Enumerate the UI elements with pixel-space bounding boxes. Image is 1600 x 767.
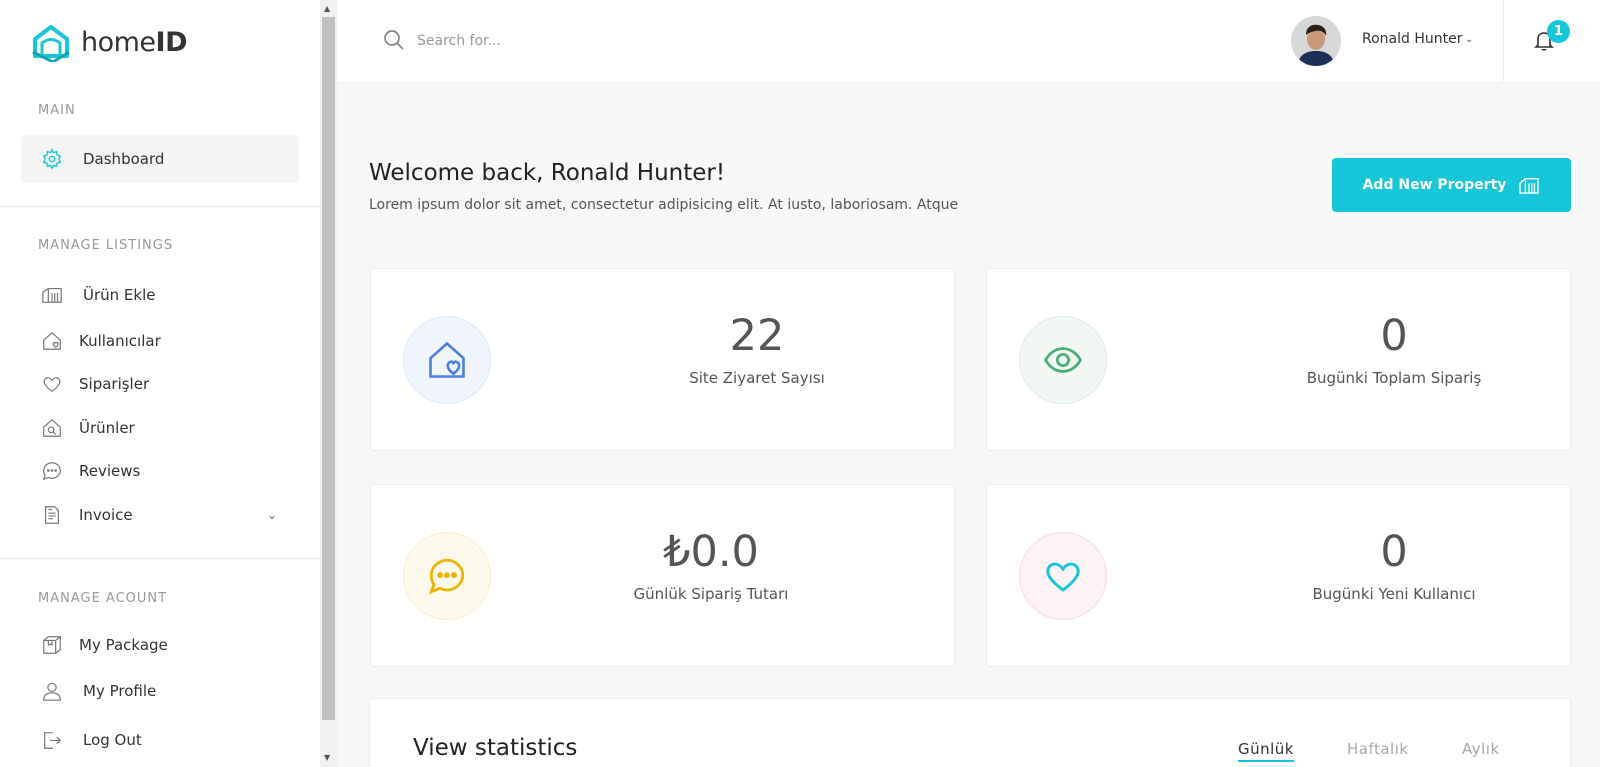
user-name[interactable]: Ronald Hunter [1362,31,1462,47]
sidebar-item-label: Log Out [83,731,142,749]
house-heart-icon [43,331,61,350]
stat-card-site-visits: 22 Site Ziyaret Sayısı [370,268,955,451]
building-icon [1519,178,1540,194]
sidebar-item-log-out[interactable]: Log Out [21,716,299,764]
avatar-image [1291,16,1341,66]
divider [1503,0,1504,83]
sidebar-item-urun-ekle[interactable]: Ürün Ekle [21,271,299,319]
stat-card-total-orders: 0 Bugünki Toplam Sipariş [986,268,1571,451]
heart-icon [1046,562,1080,592]
sidebar-item-dashboard[interactable]: Dashboard [21,135,299,183]
chevron-down-icon[interactable]: ⌄ [1465,34,1473,45]
scroll-up-arrow[interactable]: ▲ [324,4,330,13]
page-title: Welcome back, Ronald Hunter! [369,160,726,186]
tab-haftalik[interactable]: Haftalık [1347,740,1409,758]
search-icon[interactable] [382,28,406,52]
building-icon [42,287,62,303]
section-label-account: MANAGE ACOUNT [38,591,168,606]
stat-value: 0 [1380,527,1408,577]
sidebar-item-invoice[interactable]: Invoice ⌄ [21,491,299,539]
stat-icon-circle [403,532,491,620]
sidebar-item-label: Ürün Ekle [83,286,156,304]
logout-icon [44,732,62,749]
stat-value: ₺0.0 [663,527,759,577]
divider [0,206,320,207]
user-icon [43,682,61,701]
sidebar-item-urunler[interactable]: Ürünler [21,404,299,452]
stat-icon-circle [403,316,491,404]
eye-icon [1043,347,1083,373]
sidebar-item-label: My Package [79,636,168,654]
house-search-icon [43,418,61,437]
stat-value: 22 [729,311,785,361]
avatar[interactable] [1291,16,1341,66]
section-label-main: MAIN [38,103,76,118]
chevron-down-icon: ⌄ [266,508,277,522]
section-label-listings: MANAGE LISTINGS [38,238,174,253]
chat-icon [42,462,61,481]
logo-text: homeID [81,26,188,58]
scroll-down-arrow[interactable]: ▼ [324,753,330,762]
tab-gunluk[interactable]: Günlük [1238,740,1294,762]
notification-badge[interactable]: 1 [1547,20,1570,43]
scrollbar-thumb[interactable] [322,17,335,720]
sidebar-item-siparisler[interactable]: Siparişler [21,360,299,408]
logo-icon [32,25,70,62]
chat-icon [428,558,465,595]
divider [0,558,320,559]
sidebar-item-label: Dashboard [83,150,165,168]
sidebar: homeID MAIN Dashboard MANAGE LISTINGS Ür… [0,0,320,767]
document-icon [44,506,60,524]
sidebar-item-kullanicilar[interactable]: Kullanıcılar [21,317,299,365]
sidebar-item-label: Ürünler [79,419,135,437]
statistics-panel: View statistics Günlük Haftalık Aylık [369,698,1571,767]
page-subtitle: Lorem ipsum dolor sit amet, consectetur … [369,197,959,213]
stat-value: 0 [1380,311,1408,361]
gear-icon [42,148,62,170]
stat-caption: Site Ziyaret Sayısı [689,369,825,387]
stat-card-new-users: 0 Bugünki Yeni Kullanıcı [986,484,1571,667]
heart-icon [43,377,61,393]
logo[interactable]: homeID [31,22,188,62]
stat-caption: Günlük Sipariş Tutarı [633,585,789,603]
sidebar-item-label: Kullanıcılar [79,332,161,350]
sidebar-item-label: Invoice [79,506,133,524]
sidebar-item-label: My Profile [83,682,157,700]
stat-caption: Bugünki Toplam Sipariş [1306,369,1482,387]
statistics-title: View statistics [413,735,578,761]
house-heart-icon [429,341,465,378]
stat-card-daily-order-amount: ₺0.0 Günlük Sipariş Tutarı [370,484,955,667]
stat-icon-circle [1019,316,1107,404]
sidebar-item-reviews[interactable]: Reviews [21,447,299,495]
package-icon [43,636,61,654]
sidebar-item-my-package[interactable]: My Package [21,621,299,669]
stat-icon-circle [1019,532,1107,620]
tab-aylik[interactable]: Aylık [1462,740,1500,758]
sidebar-item-label: Reviews [79,462,141,480]
sidebar-item-label: Siparişler [79,375,150,393]
search-input[interactable] [417,27,717,55]
topbar: Ronald Hunter ⌄ 1 [337,0,1600,83]
add-new-property-button[interactable]: Add New Property [1332,158,1571,212]
add-new-property-label: Add New Property [1362,177,1507,193]
stat-caption: Bugünki Yeni Kullanıcı [1312,585,1476,603]
sidebar-item-my-profile[interactable]: My Profile [21,667,299,715]
